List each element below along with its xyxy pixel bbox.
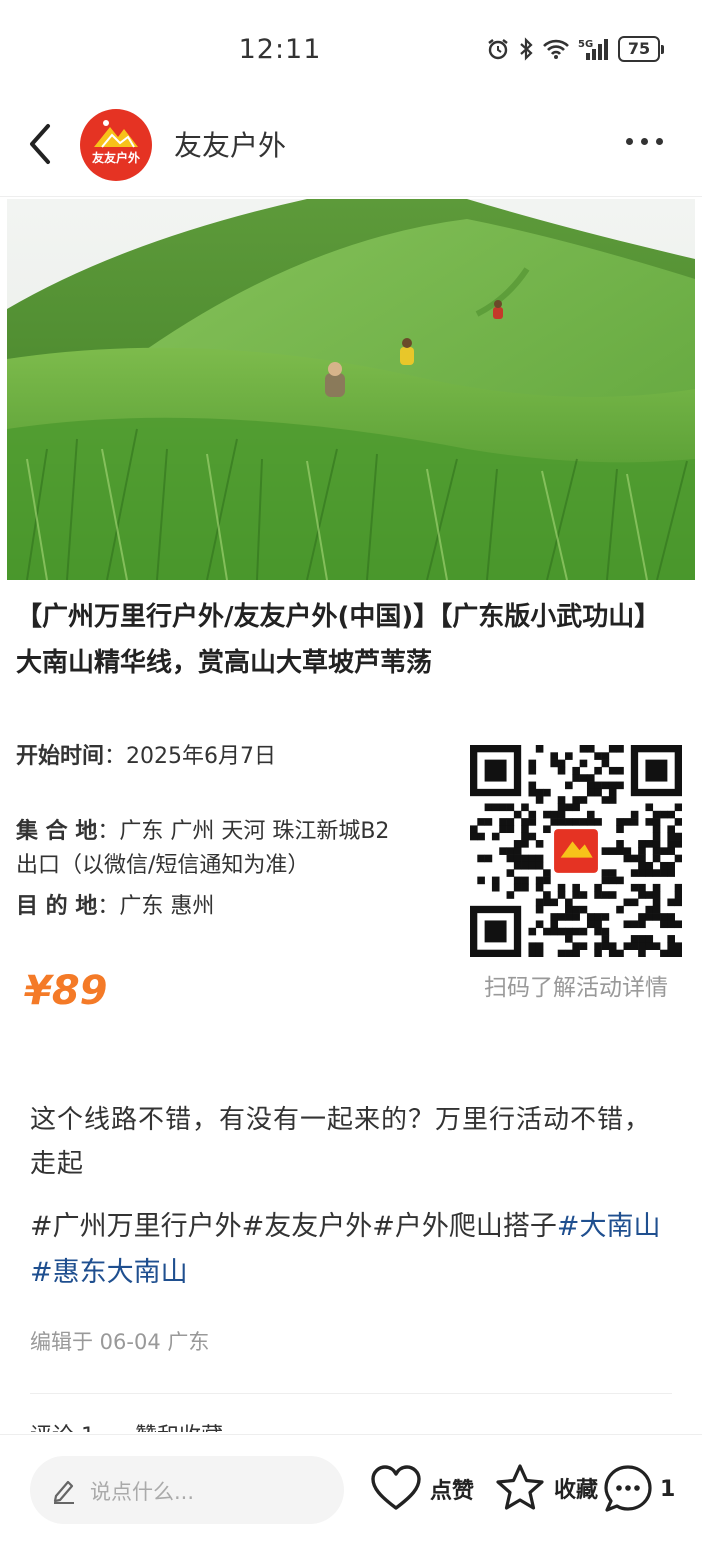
account-avatar[interactable]: 友友户外 xyxy=(80,109,152,181)
collect-label: 收藏 xyxy=(554,1478,599,1503)
meeting-point-label: 集 合 地 xyxy=(16,819,98,844)
qr-code[interactable] xyxy=(470,745,683,958)
comment-button[interactable]: 1 xyxy=(602,1463,675,1515)
tag-link-huidong-danan-mountain[interactable]: #惠东大南山 xyxy=(30,1257,188,1288)
battery-indicator: 75 xyxy=(618,36,660,62)
colon: ： xyxy=(97,894,120,919)
comment-placeholder: 说点什么... xyxy=(90,1480,195,1504)
status-time: 12:11 xyxy=(238,34,322,65)
tag-link-danan-mountain[interactable]: #大南山 xyxy=(557,1211,661,1242)
qr-code-image xyxy=(470,745,683,958)
pen-icon xyxy=(53,1480,74,1504)
meeting-point-note: 出口（以微信/短信通知为准） xyxy=(16,853,310,878)
cellular-5g-icon: 5G xyxy=(578,39,608,60)
chevron-left-icon xyxy=(30,124,50,164)
like-button[interactable]: 点赞 xyxy=(370,1464,474,1514)
status-icons: 5G 75 xyxy=(486,36,664,62)
collect-button[interactable]: 收藏 xyxy=(494,1462,598,1514)
more-dot xyxy=(626,138,633,145)
comment-tabs-partial: 评论 1 赞和收藏 xyxy=(30,1418,263,1432)
bluetooth-icon xyxy=(520,37,533,61)
start-time-row: 开始时间：2025年6月7日 xyxy=(16,740,276,774)
price: ¥89 xyxy=(24,968,108,1014)
start-time-label: 开始时间 xyxy=(16,744,105,769)
comment-count: 1 xyxy=(660,1476,676,1502)
back-button[interactable] xyxy=(22,120,62,170)
more-dot xyxy=(656,138,663,145)
grassland-hikers-image xyxy=(7,199,695,580)
post-tags: #广州万里行户外#友友户外#户外爬山搭子#大南山 #惠东大南山 xyxy=(30,1204,680,1296)
logo-text: 友友户外 xyxy=(91,151,140,165)
colon: ： xyxy=(97,819,120,844)
comment-input[interactable]: 说点什么... xyxy=(30,1456,344,1524)
more-button[interactable] xyxy=(626,138,666,150)
content-divider xyxy=(30,1393,672,1394)
alarm-icon xyxy=(488,39,508,60)
mountain-logo-icon xyxy=(94,120,138,148)
header-divider xyxy=(0,196,702,197)
qr-caption: 扫码了解活动详情 xyxy=(484,975,668,1001)
svg-text:5G: 5G xyxy=(578,39,593,50)
colon: ： xyxy=(104,744,127,769)
star-icon xyxy=(496,1464,544,1510)
post-title: 【广州万里行户外/友友户外(中国)】【广东版小武功山】大南山精华线，赏高山大草坡… xyxy=(16,602,661,678)
more-dot xyxy=(641,138,648,145)
battery-cap xyxy=(661,44,664,54)
destination-value: 广东 惠州 xyxy=(119,894,215,919)
account-name[interactable]: 友友户外 xyxy=(174,124,286,164)
start-time-value: 2025年6月7日 xyxy=(126,744,277,769)
meeting-point-value: 广东 广州 天河 珠江新城B2 xyxy=(119,819,390,844)
post-body: 这个线路不错，有没有一起来的？万里行活动不错，走起 xyxy=(30,1105,652,1179)
destination-row: 目 的 地：广东 惠州 xyxy=(16,890,214,924)
comment-bubble-icon xyxy=(604,1465,652,1512)
heart-icon xyxy=(371,1465,421,1510)
like-label: 点赞 xyxy=(430,1479,475,1504)
edit-info: 编辑于 06-04 广东 xyxy=(30,1330,210,1354)
post-photo[interactable] xyxy=(7,199,695,580)
tag-plain[interactable]: #广州万里行户外#友友户外#户外爬山搭子 xyxy=(30,1211,557,1242)
tab-likes-collections[interactable]: 赞和收藏 xyxy=(135,1424,223,1432)
destination-label: 目 的 地 xyxy=(16,894,98,919)
wifi-icon xyxy=(543,39,569,59)
tab-comments[interactable]: 评论 1 xyxy=(30,1424,95,1432)
meeting-point-row: 集 合 地：广东 广州 天河 珠江新城B2 出口（以微信/短信通知为准） xyxy=(16,815,456,883)
